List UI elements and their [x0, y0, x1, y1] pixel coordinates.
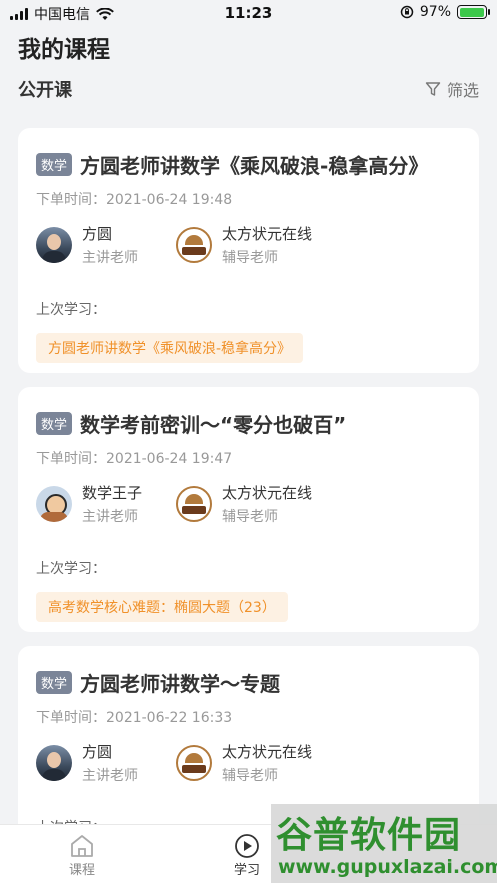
page-title: 我的课程	[18, 37, 110, 63]
filter-label: 筛选	[446, 81, 479, 100]
course-title: 方圆老师讲数学～专题	[80, 672, 281, 696]
last-study-label: 上次学习：	[36, 561, 106, 577]
watermark-url: www.gupuxlazai.com	[278, 856, 497, 878]
last-study-label: 上次学习：	[36, 302, 106, 318]
assistant-teacher: 太方状元在线 辅导老师	[176, 223, 316, 267]
teacher-role: 主讲老师	[82, 250, 138, 266]
order-time: 下单时间：2021-06-22 16:33	[36, 710, 233, 726]
assistant-teacher: 太方状元在线 辅导老师	[176, 482, 316, 526]
assistant-teacher: 太方状元在线 辅导老师	[176, 741, 316, 785]
course-card[interactable]: 数学 方圆老师讲数学《乘风破浪-稳拿高分》 下单时间：2021-06-24 19…	[18, 128, 479, 373]
section-title: 公开课	[18, 80, 72, 101]
brand-logo-avatar	[176, 745, 212, 781]
teacher-avatar	[36, 486, 72, 522]
battery-fill	[459, 7, 484, 17]
teacher-avatar	[36, 227, 72, 263]
status-bar: 中国电信 11:23 97%	[0, 0, 497, 26]
battery-icon	[457, 5, 490, 19]
subject-badge: 数学	[36, 412, 73, 435]
order-time: 下单时间：2021-06-24 19:47	[36, 451, 233, 467]
rotation-lock-icon	[400, 5, 414, 19]
teacher-role: 辅导老师	[222, 250, 278, 266]
course-title: 数学考前密训～“零分也破百”	[80, 413, 347, 437]
main-teacher: 数学王子 主讲老师	[36, 482, 176, 526]
teacher-name: 太方状元在线	[222, 743, 313, 761]
order-time: 下单时间：2021-06-24 19:48	[36, 192, 233, 208]
last-study-link[interactable]: 方圆老师讲数学《乘风破浪-稳拿高分》	[36, 333, 304, 363]
teacher-name: 太方状元在线	[222, 484, 313, 502]
course-title: 方圆老师讲数学《乘风破浪-稳拿高分》	[80, 154, 429, 178]
filter-icon	[425, 82, 441, 96]
teacher-role: 主讲老师	[82, 509, 138, 525]
teacher-name: 方圆	[82, 743, 113, 761]
main-teacher: 方圆 主讲老师	[36, 223, 176, 267]
teacher-name: 方圆	[82, 225, 113, 243]
subject-badge: 数学	[36, 671, 73, 694]
brand-logo-avatar	[176, 486, 212, 522]
teacher-role: 辅导老师	[222, 509, 278, 525]
tab-study-label: 学习	[233, 863, 260, 878]
teacher-role: 主讲老师	[82, 768, 138, 784]
status-right: 97%	[400, 4, 490, 20]
tab-study[interactable]: 学习	[233, 833, 261, 878]
teacher-name: 太方状元在线	[222, 225, 313, 243]
filter-button[interactable]: 筛选	[425, 77, 479, 101]
battery-percent: 97%	[419, 4, 451, 20]
tab-course-label: 课程	[68, 863, 95, 878]
course-card[interactable]: 数学 数学考前密训～“零分也破百” 下单时间：2021-06-24 19:47 …	[18, 387, 479, 632]
home-icon	[71, 835, 93, 857]
main-teacher: 方圆 主讲老师	[36, 741, 176, 785]
teacher-role: 辅导老师	[222, 768, 278, 784]
watermark-logo-text: 谷普软件园	[276, 815, 462, 856]
brand-logo-avatar	[176, 227, 212, 263]
last-study-link[interactable]: 高考数学核心难题：椭圆大题（23）	[36, 592, 288, 622]
teacher-name: 数学王子	[82, 484, 143, 502]
teacher-avatar	[36, 745, 72, 781]
play-circle-icon	[235, 834, 259, 858]
tab-course[interactable]: 课程	[68, 833, 96, 878]
subject-badge: 数学	[36, 153, 73, 176]
